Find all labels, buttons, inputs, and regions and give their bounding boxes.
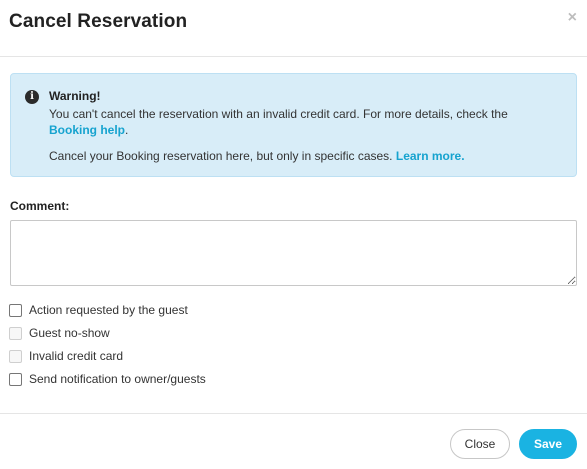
alert-message: You can't cancel the reservation with an… (49, 106, 559, 138)
close-icon[interactable]: × (568, 9, 577, 27)
send-notification-label: Send notification to owner/guests (29, 372, 206, 386)
action-requested-checkbox[interactable] (9, 303, 22, 317)
alert-message-text: You can't cancel the reservation with an… (49, 107, 508, 121)
booking-help-link[interactable]: Booking help (49, 123, 125, 137)
option-invalid-credit-card: Invalid credit card (9, 348, 123, 364)
modal-title: Cancel Reservation (9, 11, 188, 32)
modal-header: Cancel Reservation × (0, 0, 587, 57)
option-guest-no-show: Guest no-show (9, 325, 110, 341)
alert-note-text: Cancel your Booking reservation here, bu… (49, 149, 396, 163)
invalid-credit-card-checkbox (9, 349, 22, 363)
action-requested-label: Action requested by the guest (29, 303, 188, 317)
comment-textarea[interactable] (10, 220, 577, 286)
learn-more-link[interactable]: Learn more. (396, 149, 465, 163)
send-notification-checkbox[interactable] (9, 372, 22, 386)
option-send-notification[interactable]: Send notification to owner/guests (9, 371, 206, 387)
close-button[interactable]: Close (450, 429, 510, 459)
guest-no-show-checkbox (9, 326, 22, 340)
save-button[interactable]: Save (519, 429, 577, 459)
alert-note: Cancel your Booking reservation here, bu… (49, 148, 559, 164)
guest-no-show-label: Guest no-show (29, 326, 110, 340)
comment-label: Comment: (10, 199, 70, 213)
modal-footer: Close Save (0, 413, 587, 469)
warning-alert: i Warning! You can't cancel the reservat… (10, 73, 577, 177)
option-action-requested[interactable]: Action requested by the guest (9, 302, 188, 318)
info-icon: i (25, 90, 39, 104)
alert-title: Warning! (49, 89, 101, 103)
alert-message-end: . (125, 123, 129, 137)
invalid-credit-card-label: Invalid credit card (29, 349, 124, 363)
